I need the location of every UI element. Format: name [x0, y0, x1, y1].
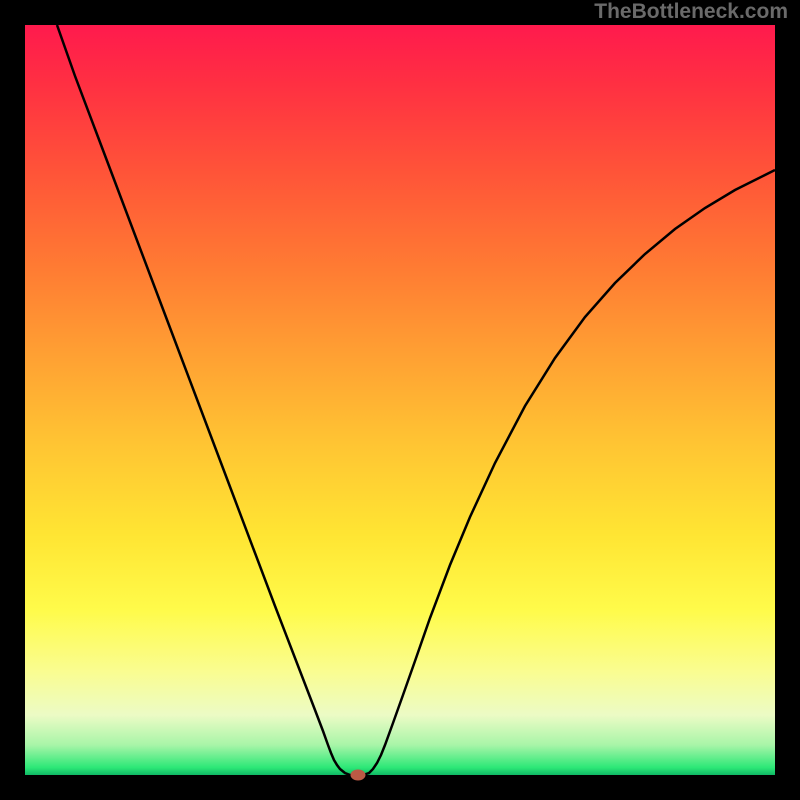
minimum-marker — [351, 770, 366, 781]
watermark-text: TheBottleneck.com — [594, 0, 788, 24]
bottleneck-curve — [57, 25, 775, 775]
curve-chart-svg — [25, 25, 775, 775]
plot-area — [25, 25, 775, 775]
